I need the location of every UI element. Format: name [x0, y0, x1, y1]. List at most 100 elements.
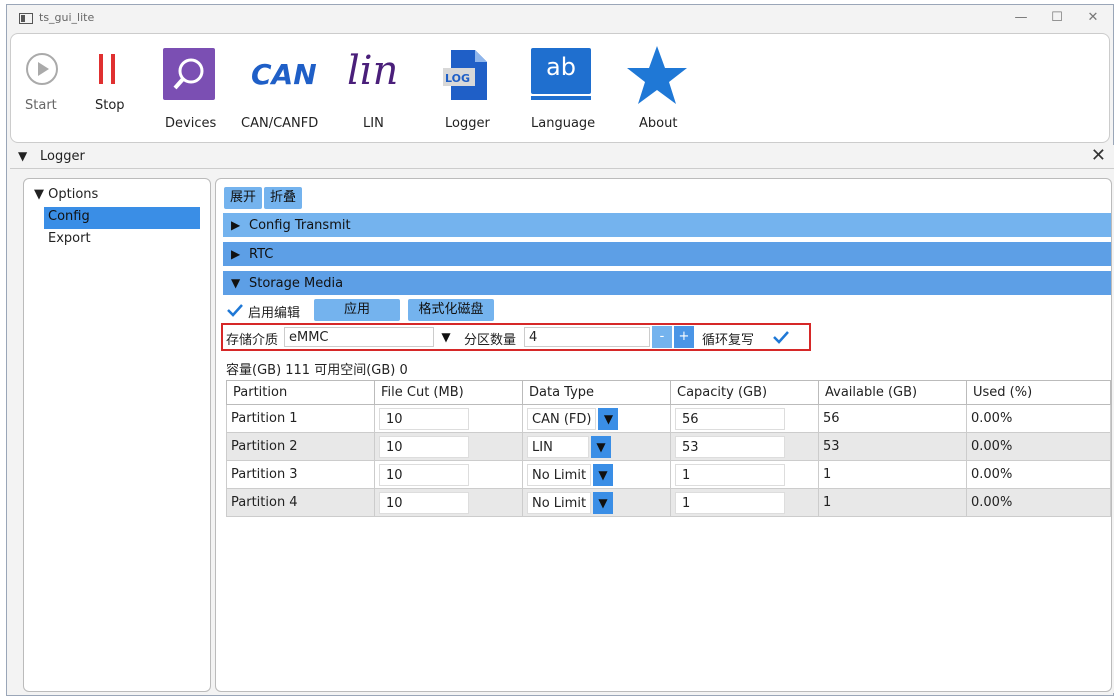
storage-media-select[interactable]: eMMC: [284, 327, 434, 347]
used-value: 0.00%: [966, 404, 1111, 433]
about-button[interactable]: About: [623, 44, 693, 134]
lin-button[interactable]: lin LIN: [341, 44, 411, 134]
table-row: Partition 4 10 No Limit ▼ 1 1 0.00%: [226, 488, 1111, 517]
section-config-transmit[interactable]: ▶ Config Transmit: [223, 213, 1111, 237]
used-value: 0.00%: [966, 460, 1111, 489]
col-partition: Partition: [226, 380, 375, 405]
partition-count-input[interactable]: 4: [524, 327, 650, 347]
stop-label: Stop: [95, 98, 125, 113]
dropdown-arrow-icon[interactable]: ▼: [593, 463, 614, 486]
panel-close-button[interactable]: ✕: [1091, 145, 1106, 166]
data-type-value: No Limit: [527, 463, 592, 486]
file-cut-input[interactable]: 10: [379, 491, 469, 514]
partition-count-label: 分区数量: [464, 333, 517, 348]
app-icon: [19, 13, 33, 24]
tree-item-config[interactable]: Config: [44, 207, 200, 229]
loop-overwrite-checkbox[interactable]: [772, 328, 790, 346]
log-badge: LOG: [445, 72, 470, 85]
col-available: Available (GB): [818, 380, 967, 405]
capacity-input[interactable]: 1: [675, 491, 785, 514]
can-label: CAN/CANFD: [241, 116, 319, 131]
section-rtc[interactable]: ▶ RTC: [223, 242, 1111, 266]
close-window-button[interactable]: ✕: [1079, 8, 1107, 28]
pause-icon: [99, 54, 115, 84]
logger-panel: ▼ Logger ✕ ▼ Options Config Export 展开 折叠…: [10, 145, 1114, 693]
config-content: 展开 折叠 ▶ Config Transmit ▶ RTC ▼ Storage Med…: [215, 178, 1112, 692]
can-button[interactable]: CAN CAN/CANFD: [237, 44, 319, 134]
collapse-all-button[interactable]: 折叠: [264, 187, 302, 209]
available-value: 56: [818, 404, 967, 433]
capacity-input[interactable]: 56: [675, 407, 785, 430]
capacity-input[interactable]: 1: [675, 463, 785, 486]
enable-edit-checkbox[interactable]: [226, 301, 244, 319]
search-icon: [173, 58, 204, 90]
used-value: 0.00%: [966, 488, 1111, 517]
dropdown-arrow-icon[interactable]: ▼: [598, 407, 619, 430]
data-type-select[interactable]: LIN ▼: [527, 435, 611, 458]
partition-name: Partition 3: [226, 460, 375, 489]
available-value: 1: [818, 488, 967, 517]
section-storage-media-label: Storage Media: [249, 276, 344, 291]
section-rtc-label: RTC: [249, 247, 274, 262]
tree-root-options[interactable]: ▼ Options: [34, 187, 98, 202]
language-button[interactable]: ab Language: [523, 44, 599, 134]
storage-media-label: 存储介质: [226, 333, 279, 348]
available-value: 1: [818, 460, 967, 489]
tree-item-export[interactable]: Export: [48, 231, 91, 246]
lin-logo: lin: [347, 48, 399, 94]
maximize-button[interactable]: ☐: [1043, 8, 1071, 28]
star-icon: [627, 46, 687, 104]
tree-root-label: Options: [48, 187, 99, 202]
apply-button[interactable]: 应用: [314, 299, 400, 321]
capacity-summary: 容量(GB) 111 可用空间(GB) 0: [226, 363, 408, 378]
start-button[interactable]: Start: [21, 48, 65, 128]
window-title: ts_gui_lite: [39, 11, 95, 24]
lin-label: LIN: [363, 116, 384, 131]
app-window: ts_gui_lite — ☐ ✕ Start Stop Devices CAN…: [6, 4, 1114, 696]
partition-name: Partition 4: [226, 488, 375, 517]
data-type-select[interactable]: No Limit ▼: [527, 463, 614, 486]
title-bar: ts_gui_lite — ☐ ✕: [7, 5, 1113, 33]
file-cut-input[interactable]: 10: [379, 407, 469, 430]
logger-label: Logger: [445, 116, 490, 131]
about-label: About: [639, 116, 678, 131]
format-disk-button[interactable]: 格式化磁盘: [408, 299, 494, 321]
col-capacity: Capacity (GB): [670, 380, 819, 405]
file-cut-input[interactable]: 10: [379, 435, 469, 458]
language-icon: ab: [531, 48, 591, 94]
table-row: Partition 1 10 CAN (FD) ▼ 56 56 0.00%: [226, 404, 1111, 433]
data-type-select[interactable]: No Limit ▼: [527, 491, 614, 514]
section-storage-media[interactable]: ▼ Storage Media: [223, 271, 1111, 295]
partition-increment-button[interactable]: +: [674, 326, 694, 348]
minimize-button[interactable]: —: [1007, 8, 1035, 28]
partition-name: Partition 1: [226, 404, 375, 433]
partition-name: Partition 2: [226, 432, 375, 461]
partition-decrement-button[interactable]: -: [652, 326, 672, 348]
partition-table: Partition File Cut (MB) Data Type Capaci…: [226, 380, 1111, 517]
used-value: 0.00%: [966, 432, 1111, 461]
stop-button[interactable]: Stop: [83, 48, 127, 128]
expand-all-button[interactable]: 展开: [224, 187, 262, 209]
panel-title: Logger: [40, 149, 85, 164]
data-type-select[interactable]: CAN (FD) ▼: [527, 407, 619, 430]
file-cut-input[interactable]: 10: [379, 463, 469, 486]
storage-dropdown-icon[interactable]: ▼: [436, 326, 456, 348]
start-label: Start: [25, 98, 57, 113]
capacity-input[interactable]: 53: [675, 435, 785, 458]
data-type-value: LIN: [527, 435, 589, 458]
dropdown-arrow-icon[interactable]: ▼: [593, 491, 614, 514]
logger-button[interactable]: LOG Logger: [431, 44, 501, 134]
devices-label: Devices: [165, 116, 217, 131]
data-type-value: CAN (FD): [527, 407, 597, 430]
storage-media-value: eMMC: [289, 330, 329, 345]
data-type-value: No Limit: [527, 491, 592, 514]
expand-right-icon: ▶: [231, 247, 241, 261]
options-tree: ▼ Options Config Export: [23, 178, 211, 692]
devices-button[interactable]: Devices: [159, 44, 219, 134]
logger-panel-header[interactable]: ▼ Logger ✕: [10, 145, 1114, 169]
main-toolbar: Start Stop Devices CAN CAN/CANFD lin LIN…: [10, 33, 1110, 143]
can-logo: CAN: [251, 58, 317, 91]
collapse-arrow-icon[interactable]: ▼: [18, 149, 27, 163]
dropdown-arrow-icon[interactable]: ▼: [591, 435, 611, 458]
col-data-type: Data Type: [522, 380, 671, 405]
